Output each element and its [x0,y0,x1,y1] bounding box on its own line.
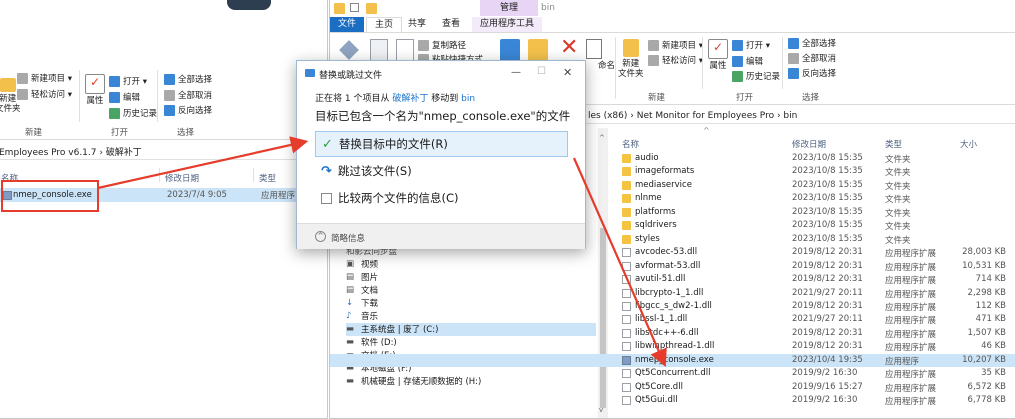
annotation-overlay [97,136,667,368]
arrow-to-dialog [97,136,309,190]
arrow-to-target-file [572,157,667,368]
